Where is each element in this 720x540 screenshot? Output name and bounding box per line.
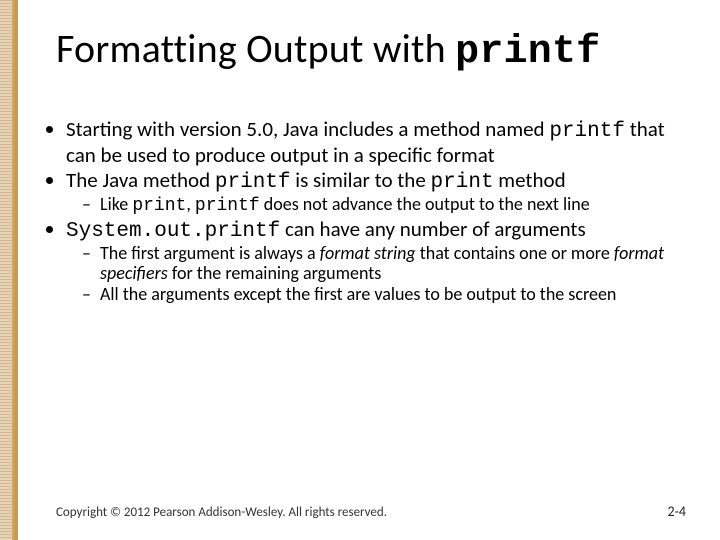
code: System.out.printf (66, 220, 280, 243)
text: for the remaining arguments (168, 262, 382, 284)
text: Starting with version 5.0, Java includes… (66, 116, 549, 142)
title-text: Formatting Output with (56, 24, 455, 73)
code: printf (215, 171, 291, 194)
copyright-footer: Copyright © 2012 Pearson Addison-Wesley.… (56, 505, 387, 520)
text: , (186, 193, 195, 215)
code: printf (195, 196, 260, 216)
bullet-2: The Java method printf is similar to the… (66, 169, 692, 216)
text: can have any number of arguments (280, 216, 585, 242)
text: that contains one or more (416, 242, 614, 264)
bullet-1: Starting with version 5.0, Java includes… (66, 118, 692, 167)
text: Like (100, 193, 132, 215)
text: All the arguments except the first are v… (100, 283, 616, 305)
code: print (431, 171, 494, 194)
bullet-2-sub-1: Like print, printf does not advance the … (100, 195, 692, 217)
bullet-list: Starting with version 5.0, Java includes… (40, 118, 692, 305)
bullet-3: System.out.printf can have any number of… (66, 218, 692, 305)
slide-title: Formatting Output with printf (56, 28, 600, 74)
page-number: 2-4 (668, 503, 686, 520)
title-code: printf (455, 30, 600, 75)
text: The first argument is always a (100, 242, 320, 264)
text: does not advance the output to the next … (260, 193, 590, 215)
italic-text: format string (320, 242, 416, 264)
text: is similar to the (291, 167, 431, 193)
slide-body: Starting with version 5.0, Java includes… (40, 118, 692, 307)
slide: Formatting Output with printf Starting w… (0, 0, 720, 540)
code: printf (549, 120, 625, 143)
bullet-3-sub-1: The first argument is always a format st… (100, 244, 692, 284)
text: The Java method (66, 167, 215, 193)
code: print (132, 196, 186, 216)
sub-list: The first argument is always a format st… (66, 244, 692, 305)
text: method (494, 167, 566, 193)
decorative-stripe-accent (14, 0, 18, 540)
bullet-3-sub-2: All the arguments except the first are v… (100, 285, 692, 305)
sub-list: Like print, printf does not advance the … (66, 195, 692, 217)
decorative-stripe (0, 0, 12, 540)
